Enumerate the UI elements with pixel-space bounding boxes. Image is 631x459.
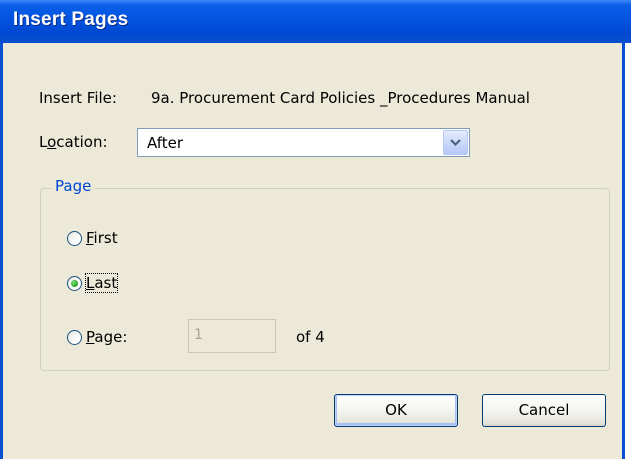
page-group-legend: Page (51, 177, 96, 195)
radio-first-label[interactable]: First (86, 229, 118, 247)
location-select[interactable]: After (137, 128, 470, 157)
title-bar[interactable]: Insert Pages (0, 0, 631, 43)
page-count-label: of 4 (296, 328, 325, 346)
radio-last[interactable] (67, 276, 82, 291)
window-title: Insert Pages (13, 9, 129, 30)
radio-page-label[interactable]: Page: (86, 328, 127, 346)
ok-button[interactable]: OK (334, 394, 458, 427)
insert-file-label: Insert File: (39, 89, 117, 107)
location-label: Location: (39, 133, 108, 151)
radio-page[interactable] (67, 330, 82, 345)
radio-last-label[interactable]: Last (84, 273, 119, 293)
page-number-value: 1 (194, 327, 203, 343)
cancel-button[interactable]: Cancel (482, 394, 606, 427)
radio-first[interactable] (67, 231, 82, 246)
radio-selected-dot (71, 280, 78, 287)
dropdown-button[interactable] (443, 130, 468, 155)
chevron-down-icon (450, 139, 461, 147)
insert-file-name: 9a. Procurement Card Policies _Procedure… (151, 89, 530, 107)
location-selected-value: After (147, 134, 184, 152)
page-number-input[interactable]: 1 (188, 319, 276, 353)
